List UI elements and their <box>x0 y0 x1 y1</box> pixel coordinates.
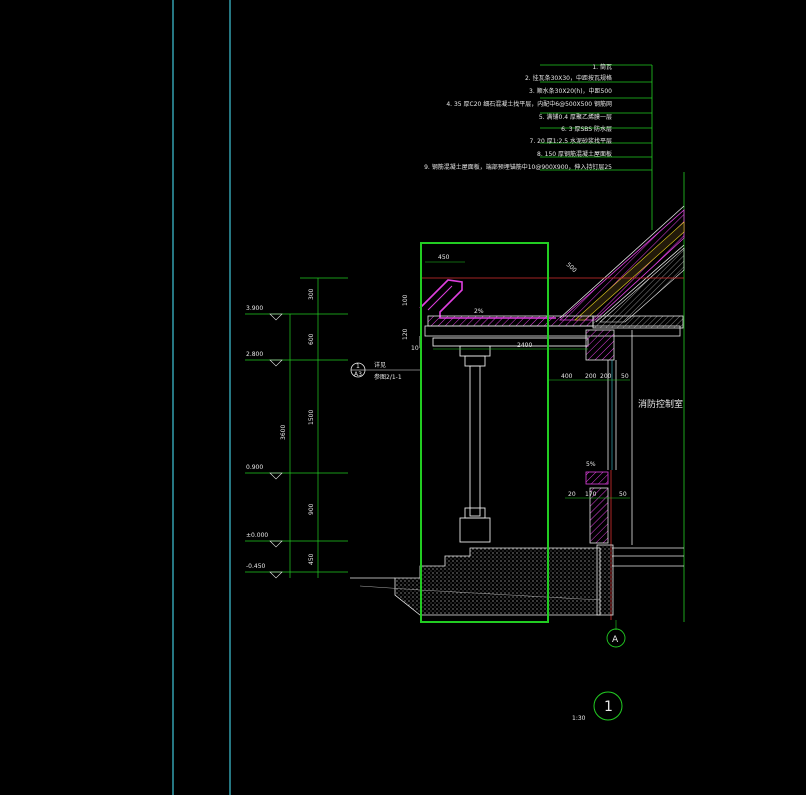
dim-600: 600 <box>308 333 315 345</box>
dim-win-170: 170 <box>585 491 597 498</box>
note-4: 4. 35 厚C20 细石混凝土找平层，内配中6@500X500 钢筋网 <box>446 100 612 108</box>
dim-total: 3600 <box>280 425 287 440</box>
dim-1500: 1500 <box>308 410 315 425</box>
dim-900: 900 <box>308 503 315 515</box>
dim-wall-50: 50 <box>621 373 629 380</box>
dim-wall-200b: 200 <box>600 373 612 380</box>
callout-ref: 参图2/1-1 <box>374 373 402 381</box>
scale-label: 1:30 <box>572 715 586 722</box>
detail-title: 1 1:30 <box>572 691 623 722</box>
notes-list: 1. 筒瓦 2. 挂瓦条30X30，中距按瓦规格 3. 顺水条30X20(h)，… <box>424 63 612 171</box>
note-7: 7. 20 厚1:2.5 水泥砂浆找平层 <box>530 137 612 145</box>
dim-beam-small: 2% <box>474 308 484 315</box>
left-dim-values: 300 600 1500 900 450 3600 <box>280 288 315 565</box>
note-5: 5. 满铺0.4 厚聚乙烯膜一层 <box>539 113 612 121</box>
note-9: 9. 钢筋混凝土屋面板，端部预埋锚筋中10@900X900，伸入持钉层25 <box>424 163 612 171</box>
dim-450: 450 <box>308 553 315 565</box>
dim-wall-200a: 200 <box>585 373 597 380</box>
level-2800: 2.800 <box>246 351 263 358</box>
detail-callout: 1 A3 详见 参图2/1-1 <box>350 361 420 381</box>
dim-eave-450: 450 <box>438 254 450 261</box>
level-3900: 3.900 <box>246 305 263 312</box>
section-drawing: 1. 筒瓦 2. 挂瓦条30X30，中距按瓦规格 3. 顺水条30X20(h)，… <box>172 0 685 795</box>
axis-label: A <box>612 635 619 645</box>
pitched-roof <box>558 205 685 323</box>
callout-sub: A3 <box>354 371 362 378</box>
dim-beam: 2400 <box>517 342 532 349</box>
dim-eave-10: 10 <box>411 345 419 352</box>
note-8: 8. 150 厚钢筋混凝土屋面板 <box>537 150 612 158</box>
dim-slope: 500 <box>565 261 578 274</box>
dim-eave-100: 100 <box>402 294 409 306</box>
dim-win-20: 20 <box>568 491 576 498</box>
note-1: 1. 筒瓦 <box>592 63 612 71</box>
level-0000: ±0.000 <box>246 532 268 539</box>
note-3: 3. 顺水条30X20(h)，中距500 <box>529 87 612 95</box>
axis-bubble: A <box>606 620 626 648</box>
dim-win-top: 5% <box>586 461 596 468</box>
dim-win-50: 50 <box>619 491 627 498</box>
note-2: 2. 挂瓦条30X30，中距按瓦规格 <box>525 74 612 82</box>
level-minus-0450: -0.450 <box>246 563 266 570</box>
dim-eave-120: 120 <box>402 328 409 340</box>
column <box>432 337 589 543</box>
dim-300: 300 <box>308 288 315 300</box>
room-label: 消防控制室 <box>638 398 683 410</box>
dim-wall-400: 400 <box>561 373 573 380</box>
level-markers: 3.900 2.800 0.900 ±0.000 -0.450 <box>246 305 283 579</box>
cad-drawing-canvas: 1. 筒瓦 2. 挂瓦条30X30，中距按瓦规格 3. 顺水条30X20(h)，… <box>0 0 806 795</box>
note-6: 6. 3 厚SBS 防水层 <box>561 125 612 133</box>
eave-dimensions: 450 100 120 10 500 2400 2% <box>402 254 588 352</box>
callout-num: 1 <box>356 363 360 370</box>
callout-title: 详见 <box>374 361 386 369</box>
level-0900: 0.900 <box>246 464 263 471</box>
steps-ground <box>350 547 601 616</box>
detail-number: 1 <box>604 699 613 715</box>
